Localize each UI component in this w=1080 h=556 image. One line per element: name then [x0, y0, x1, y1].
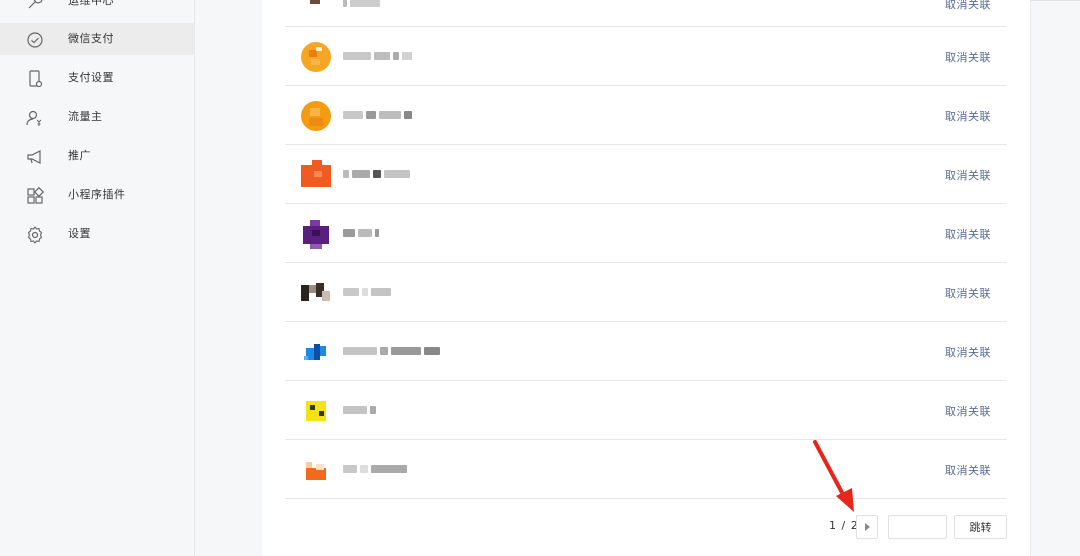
- list-item: 取消关联: [285, 381, 1007, 440]
- right-gutter: [1030, 0, 1080, 556]
- sidebar-item-label: 支付设置: [68, 71, 114, 84]
- user-yen-icon: [25, 108, 45, 128]
- list-item: 取消关联: [285, 86, 1007, 145]
- app-name-redacted: [343, 49, 412, 63]
- unlink-button[interactable]: 取消关联: [945, 167, 991, 183]
- sidebar-item-label: 设置: [68, 227, 91, 240]
- unlink-button[interactable]: 取消关联: [945, 226, 991, 242]
- sidebar-item-label: 小程序插件: [68, 188, 126, 201]
- sidebar-item-label: 流量主: [68, 110, 103, 123]
- avatar: [300, 336, 332, 368]
- page-jump-input[interactable]: [888, 515, 947, 539]
- megaphone-icon: [25, 147, 45, 167]
- unlink-button[interactable]: 取消关联: [945, 403, 991, 419]
- sidebar-item-label: 微信支付: [68, 32, 114, 45]
- avatar: [300, 0, 332, 24]
- sidebar: 运维中心 微信支付 支付设置 流量主 推广 小程序插件 设置: [0, 0, 195, 556]
- sidebar-item-promotion[interactable]: 推广: [0, 140, 194, 172]
- sidebar-item-pay-settings[interactable]: 支付设置: [0, 62, 194, 94]
- list-item: 取消关联: [285, 0, 1007, 27]
- sidebar-item-wechat-pay[interactable]: 微信支付: [0, 23, 194, 55]
- app-name-redacted: [343, 462, 407, 476]
- avatar: [300, 277, 332, 309]
- phone-settings-icon: [25, 69, 45, 89]
- app-name-redacted: [343, 0, 380, 10]
- list-item: 取消关联: [285, 440, 1007, 499]
- sidebar-item-label: 推广: [68, 149, 91, 162]
- avatar: [300, 41, 332, 73]
- sidebar-item-label: 运维中心: [68, 0, 114, 7]
- unlink-button[interactable]: 取消关联: [945, 49, 991, 65]
- page-indicator: 1 / 2: [829, 519, 859, 532]
- gear-icon: [25, 225, 45, 245]
- unlink-button[interactable]: 取消关联: [945, 108, 991, 124]
- unlink-button[interactable]: 取消关联: [945, 462, 991, 478]
- app-name-redacted: [343, 226, 379, 240]
- avatar: [300, 100, 332, 132]
- avatar: [300, 218, 332, 250]
- unlink-button[interactable]: 取消关联: [945, 344, 991, 360]
- plugin-grid-icon: [25, 186, 45, 206]
- app-name-redacted: [343, 285, 391, 299]
- check-circle-icon: [25, 30, 45, 50]
- jump-button[interactable]: 跳转: [954, 515, 1007, 539]
- unlink-button[interactable]: 取消关联: [945, 0, 991, 12]
- list-item: 取消关联: [285, 263, 1007, 322]
- app-name-redacted: [343, 108, 412, 122]
- sidebar-item-settings[interactable]: 设置: [0, 218, 194, 250]
- wrench-icon: [25, 0, 45, 12]
- sidebar-item-plugins[interactable]: 小程序插件: [0, 179, 194, 211]
- app-name-redacted: [343, 344, 440, 358]
- avatar: [300, 454, 332, 486]
- avatar: [300, 395, 332, 427]
- sidebar-item-traffic-host[interactable]: 流量主: [0, 101, 194, 133]
- list-item: 取消关联: [285, 27, 1007, 86]
- sidebar-item-ops-center[interactable]: 运维中心: [0, 0, 194, 17]
- next-page-button[interactable]: [856, 515, 878, 539]
- list-item: 取消关联: [285, 322, 1007, 381]
- list-item: 取消关联: [285, 145, 1007, 204]
- list-item: 取消关联: [285, 204, 1007, 263]
- app-name-redacted: [343, 167, 410, 181]
- avatar: [300, 159, 332, 191]
- unlink-button[interactable]: 取消关联: [945, 285, 991, 301]
- app-name-redacted: [343, 403, 376, 417]
